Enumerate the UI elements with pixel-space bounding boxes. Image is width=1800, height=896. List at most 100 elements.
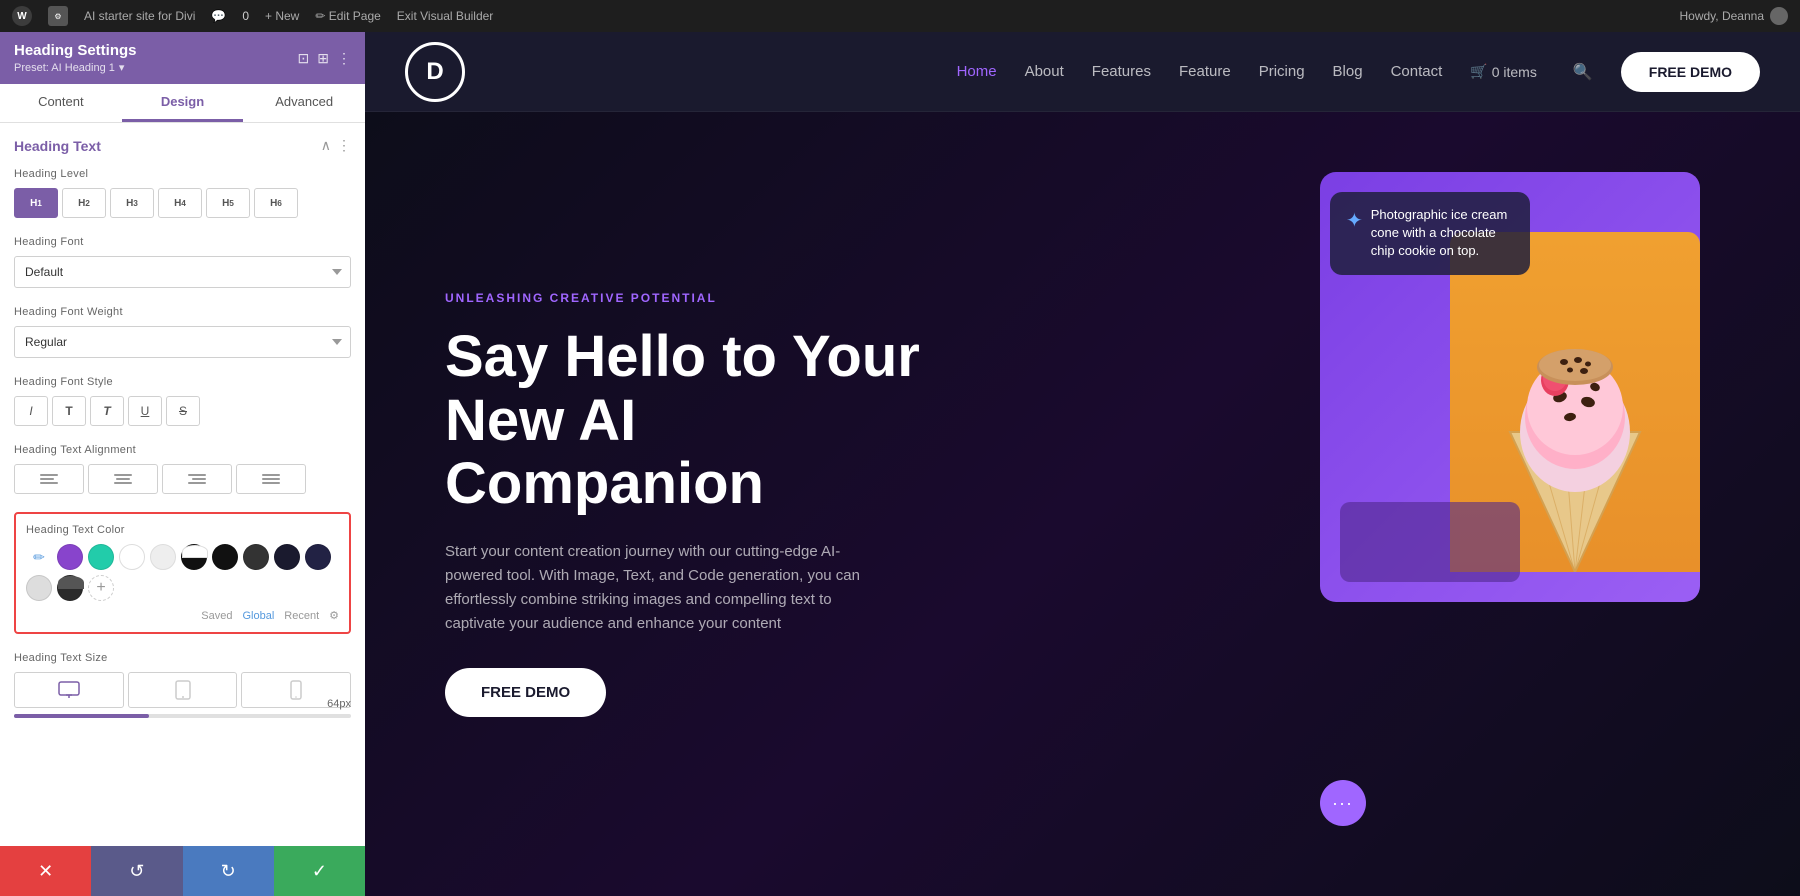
alignment-buttons	[14, 464, 351, 494]
responsive-icon[interactable]: ⊡	[298, 50, 310, 67]
size-value: 64px	[327, 698, 351, 710]
h5-button[interactable]: H5	[206, 188, 250, 218]
heading-font-select[interactable]: Default	[14, 256, 351, 288]
collapse-icon[interactable]: ∧	[321, 137, 331, 154]
nav-cta-button[interactable]: FREE DEMO	[1621, 52, 1760, 92]
slider-fill	[14, 714, 149, 718]
cancel-button[interactable]: ✕	[0, 846, 91, 896]
cart-count: 0 items	[1492, 64, 1537, 80]
align-center-button[interactable]	[88, 464, 158, 494]
header-icons: ⊡ ⊞ ⋮	[298, 50, 351, 67]
section-more-icon[interactable]: ⋮	[337, 137, 351, 154]
color-picker-icon[interactable]: ✏	[26, 544, 52, 570]
h1-button[interactable]: H1	[14, 188, 58, 218]
preset-selector[interactable]: Preset: AI Heading 1 ▾	[14, 61, 137, 74]
heading-font-weight-group: Heading Font Weight Regular	[14, 306, 351, 358]
hero-cta-button[interactable]: FREE DEMO	[445, 668, 606, 717]
color-black2[interactable]	[243, 544, 269, 570]
heading-text-size-group: Heading Text Size 64px	[14, 652, 351, 718]
site-logo: D	[405, 42, 465, 102]
color-purple[interactable]	[57, 544, 83, 570]
heading-font-label: Heading Font	[14, 236, 351, 248]
h3-button[interactable]: H3	[110, 188, 154, 218]
color-tabs-row: Saved Global Recent ⚙	[26, 609, 339, 622]
saved-tab[interactable]: Saved	[201, 610, 232, 622]
hero-subtitle: UNLEASHING CREATIVE POTENTIAL	[445, 291, 965, 305]
nav-features[interactable]: Features	[1092, 63, 1151, 80]
undo-button[interactable]: ↺	[91, 846, 182, 896]
hero-section: UNLEASHING CREATIVE POTENTIAL Say Hello …	[365, 112, 1800, 896]
bold-italic-button[interactable]: T	[90, 396, 124, 426]
add-color-button[interactable]: +	[88, 575, 114, 601]
size-slider[interactable]: 64px	[14, 714, 351, 718]
desktop-size-button[interactable]	[14, 672, 124, 708]
nav-about[interactable]: About	[1025, 63, 1064, 80]
site-name-link[interactable]: AI starter site for Divi	[84, 9, 195, 23]
tablet-size-button[interactable]	[128, 672, 238, 708]
heading-text-size-label: Heading Text Size	[14, 652, 351, 664]
align-right-button[interactable]	[162, 464, 232, 494]
heading-font-weight-label: Heading Font Weight	[14, 306, 351, 318]
slider-track	[14, 714, 351, 718]
chat-bubble-text: Photographic ice cream cone with a choco…	[1371, 206, 1514, 261]
italic-button[interactable]: I	[14, 396, 48, 426]
nav-pricing[interactable]: Pricing	[1259, 63, 1305, 80]
h2-button[interactable]: H2	[62, 188, 106, 218]
visual-card-main: ✦ Photographic ice cream cone with a cho…	[1320, 172, 1700, 602]
floating-dots-button[interactable]: ···	[1320, 780, 1366, 826]
color-silver[interactable]	[26, 575, 52, 601]
site-icon[interactable]: ⚙	[48, 6, 68, 26]
nav-home[interactable]: Home	[957, 63, 997, 80]
section-icons: ∧ ⋮	[321, 137, 351, 154]
exit-builder-link[interactable]: Exit Visual Builder	[397, 9, 494, 23]
bold-button[interactable]: T	[52, 396, 86, 426]
section-title: Heading Text	[14, 138, 101, 154]
chevron-down-icon: ▾	[119, 61, 125, 74]
nav-blog[interactable]: Blog	[1333, 63, 1363, 80]
admin-bar: W ⚙ AI starter site for Divi 💬 0 + New ✏…	[0, 0, 1800, 32]
sidebar-header: Heading Settings Preset: AI Heading 1 ▾ …	[0, 32, 365, 84]
underline-button[interactable]: U	[128, 396, 162, 426]
align-justify-button[interactable]	[236, 464, 306, 494]
align-left-button[interactable]	[14, 464, 84, 494]
color-teal[interactable]	[88, 544, 114, 570]
nav-contact[interactable]: Contact	[1391, 63, 1443, 80]
new-button[interactable]: + New	[265, 9, 299, 23]
color-white1[interactable]	[119, 544, 145, 570]
site-navigation: D Home About Features Feature Pricing Bl…	[365, 32, 1800, 112]
edit-page-link[interactable]: ✏ Edit Page	[315, 9, 380, 23]
nav-cart[interactable]: 🛒 0 items	[1470, 63, 1537, 80]
color-darkgray[interactable]	[181, 544, 207, 570]
color-darkblue[interactable]	[274, 544, 300, 570]
redo-button[interactable]: ↻	[183, 846, 274, 896]
more-options-icon[interactable]: ⋮	[337, 50, 351, 67]
color-black1[interactable]	[212, 544, 238, 570]
search-icon[interactable]: 🔍	[1573, 62, 1593, 82]
color-navy[interactable]	[305, 544, 331, 570]
font-style-buttons: I T T U S	[14, 396, 351, 426]
wordpress-logo-icon[interactable]: W	[12, 6, 32, 26]
h6-button[interactable]: H6	[254, 188, 298, 218]
user-menu[interactable]: Howdy, Deanna	[1680, 7, 1789, 25]
heading-alignment-group: Heading Text Alignment	[14, 444, 351, 494]
split-view-icon[interactable]: ⊞	[317, 50, 329, 67]
tab-advanced[interactable]: Advanced	[243, 84, 365, 122]
nav-feature[interactable]: Feature	[1179, 63, 1231, 80]
h4-button[interactable]: H4	[158, 188, 202, 218]
save-button[interactable]: ✓	[274, 846, 365, 896]
recent-tab[interactable]: Recent	[284, 610, 319, 622]
tab-content[interactable]: Content	[0, 84, 122, 122]
heading-level-group: Heading Level H1 H2 H3 H4 H5 H6	[14, 168, 351, 218]
tab-design[interactable]: Design	[122, 84, 244, 122]
color-settings-icon[interactable]: ⚙	[329, 609, 339, 622]
color-charcoal[interactable]	[57, 575, 83, 601]
heading-font-style-label: Heading Font Style	[14, 376, 351, 388]
section-header: Heading Text ∧ ⋮	[14, 137, 351, 154]
heading-font-weight-select[interactable]: Regular	[14, 326, 351, 358]
color-lightgray[interactable]	[150, 544, 176, 570]
hero-visual: ✦ Photographic ice cream cone with a cho…	[965, 152, 1720, 856]
hero-title: Say Hello to Your New AI Companion	[445, 325, 965, 516]
global-tab[interactable]: Global	[242, 610, 274, 622]
strikethrough-button[interactable]: S	[166, 396, 200, 426]
main-layout: Heading Settings Preset: AI Heading 1 ▾ …	[0, 32, 1800, 896]
